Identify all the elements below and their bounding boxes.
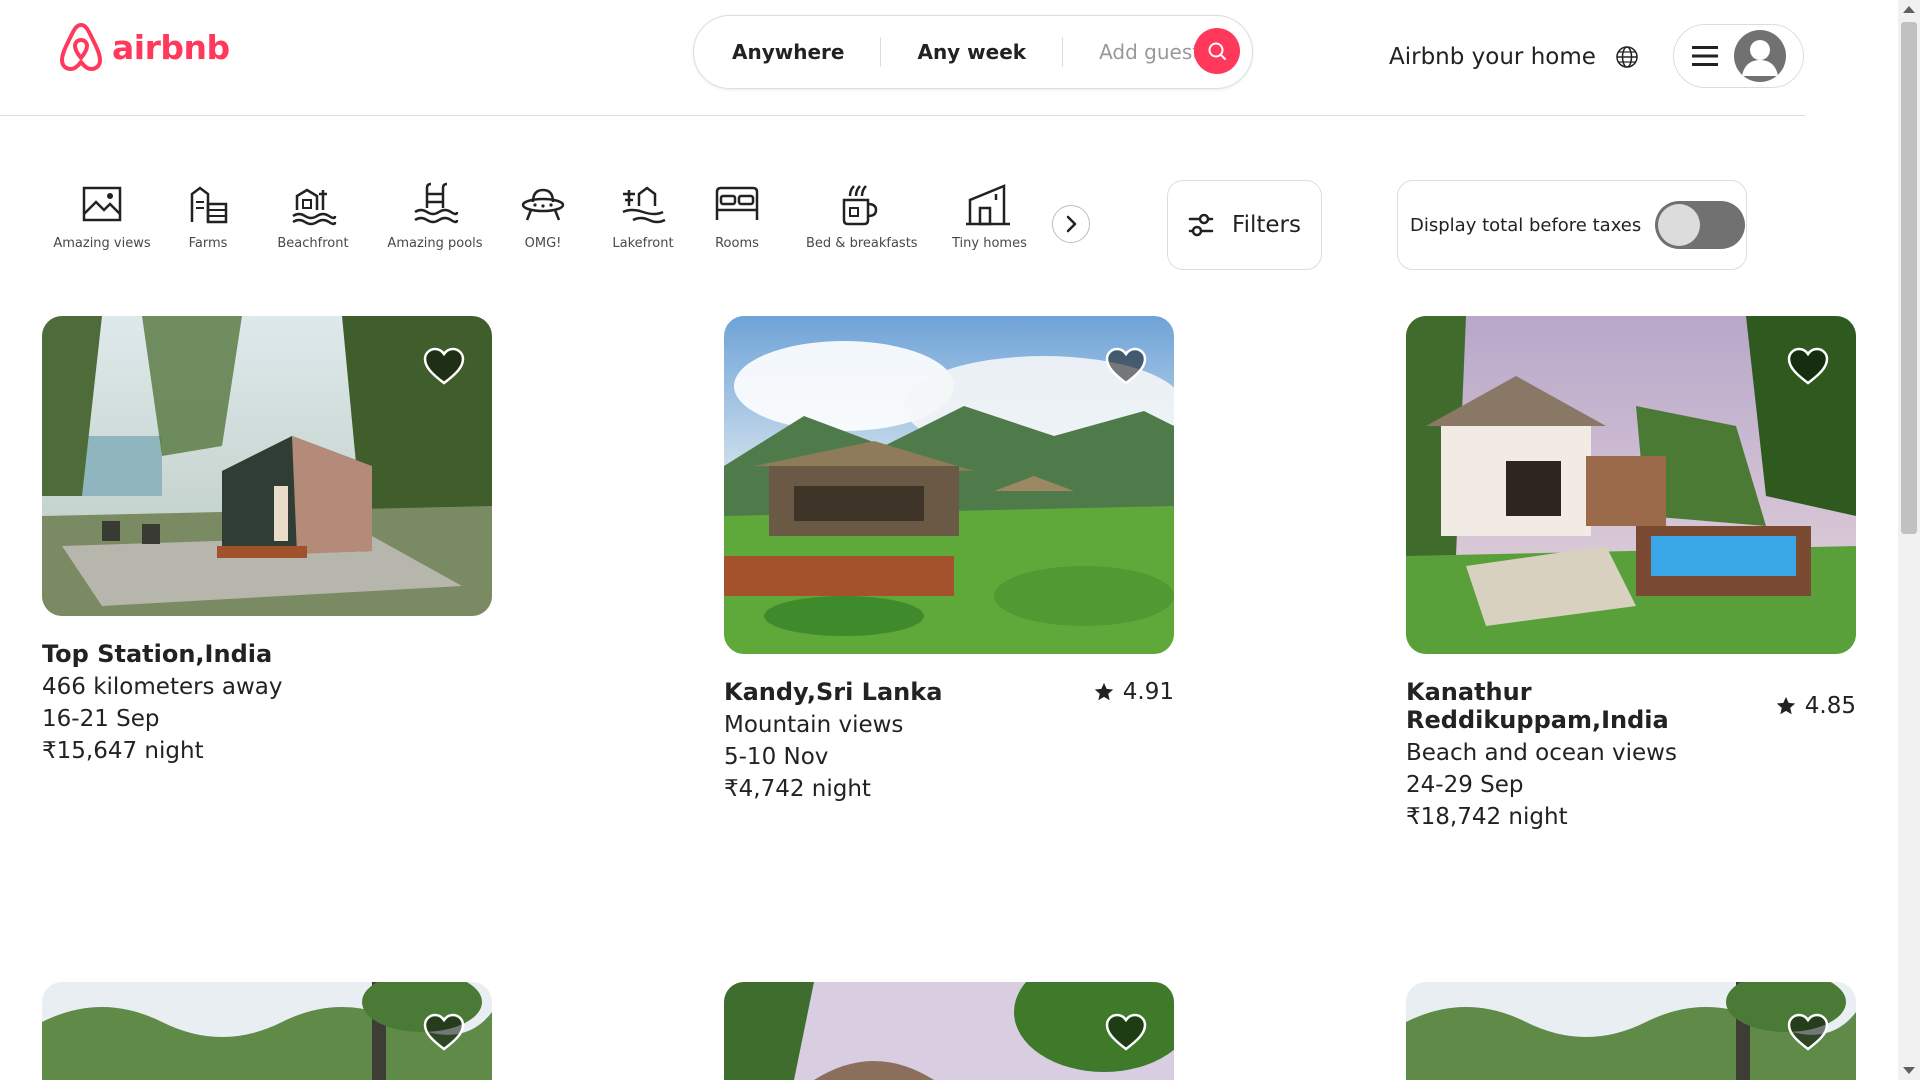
listing-rating: 4.91 xyxy=(1093,679,1174,705)
filters-button[interactable]: Filters xyxy=(1167,180,1322,270)
listing-title: Kandy,Sri Lanka xyxy=(724,678,943,706)
listing-dates: 24-29 Sep xyxy=(1406,772,1524,798)
favorite-heart-icon[interactable] xyxy=(422,346,466,386)
listing-price: ₹4,742 night xyxy=(724,776,871,802)
listing-title: Top Station,India xyxy=(42,640,273,668)
star-icon xyxy=(1094,682,1113,701)
category-amazing-views[interactable]: Amazing views xyxy=(52,180,152,251)
taxes-toggle[interactable] xyxy=(1655,201,1746,249)
toggle-knob xyxy=(1658,204,1701,246)
category-farms[interactable]: Farms xyxy=(182,180,234,251)
vertical-scrollbar[interactable] xyxy=(1898,0,1920,1080)
category-amazing-pools[interactable]: Amazing pools xyxy=(387,180,483,251)
category-beachfront[interactable]: Beachfront xyxy=(277,180,349,251)
ufo-icon xyxy=(521,188,565,221)
category-rooms[interactable]: Rooms xyxy=(713,180,761,251)
listing-card[interactable]: Top Station,India 466 kilometers away 16… xyxy=(42,316,492,764)
scrollbar-thumb[interactable] xyxy=(1901,22,1917,534)
search-button[interactable] xyxy=(1194,28,1240,74)
listing-photo[interactable] xyxy=(1406,316,1856,654)
globe-icon[interactable] xyxy=(1615,45,1639,69)
host-your-home-link[interactable]: Airbnb your home xyxy=(1389,44,1596,70)
category-label: Farms xyxy=(188,236,228,251)
listing-subtitle: Mountain views xyxy=(724,712,904,738)
rating-value: 4.91 xyxy=(1122,679,1174,705)
category-label: OMG! xyxy=(524,236,562,251)
category-label: Amazing views xyxy=(53,236,151,251)
listing-photo[interactable] xyxy=(42,982,492,1080)
listing-price: ₹18,742 night xyxy=(1406,804,1568,830)
listing-dates: 16-21 Sep xyxy=(42,706,160,732)
farm-icon xyxy=(190,186,228,224)
bed-icon xyxy=(715,186,759,220)
listing-photo[interactable] xyxy=(724,316,1174,654)
top-header: airbnb Anywhere Any week Add guests Airb… xyxy=(0,0,1805,116)
star-icon xyxy=(1776,696,1795,715)
favorite-heart-icon[interactable] xyxy=(1786,346,1830,386)
category-label: Amazing pools xyxy=(387,236,483,251)
category-label: Lakefront xyxy=(612,236,674,251)
listing-header: Top Station,India xyxy=(42,640,492,668)
listing-photo[interactable] xyxy=(42,316,492,616)
taxes-label: Display total before taxes xyxy=(1410,214,1642,236)
listing-card[interactable] xyxy=(724,982,1174,1080)
category-label: Rooms xyxy=(715,236,759,251)
search-icon xyxy=(1208,42,1226,60)
chevron-right-icon xyxy=(1066,215,1077,233)
pool-icon xyxy=(414,182,459,224)
favorite-heart-icon[interactable] xyxy=(1104,1012,1148,1052)
user-icon xyxy=(1742,40,1778,76)
user-menu-button[interactable] xyxy=(1673,24,1804,88)
user-avatar xyxy=(1734,30,1786,82)
display-total-before-taxes: Display total before taxes xyxy=(1397,180,1747,270)
lakefront-icon xyxy=(622,186,666,224)
airbnb-logo[interactable]: airbnb xyxy=(58,22,230,72)
hamburger-menu-icon xyxy=(1692,46,1718,66)
listing-title: Kanathur Reddikuppam,India xyxy=(1406,678,1669,734)
category-omg[interactable]: OMG! xyxy=(519,180,567,251)
beachfront-icon xyxy=(292,188,337,226)
category-label: Bed & breakfasts xyxy=(806,236,918,251)
categories-next-button[interactable] xyxy=(1052,205,1090,243)
search-where[interactable]: Anywhere xyxy=(732,40,844,64)
category-label: Tiny homes xyxy=(952,236,1027,251)
listing-price: ₹15,647 night xyxy=(42,738,204,764)
listing-header: Kandy,Sri Lanka 4.91 xyxy=(724,678,1174,706)
brand-name: airbnb xyxy=(112,27,230,67)
listing-card[interactable] xyxy=(1406,982,1856,1080)
listing-photo[interactable] xyxy=(1406,982,1856,1080)
category-tiny-homes[interactable]: Tiny homes xyxy=(952,180,1027,251)
coffee-cup-icon xyxy=(842,185,878,226)
listing-subtitle: 466 kilometers away xyxy=(42,674,283,700)
category-bed-and-breakfasts[interactable]: Bed & breakfasts xyxy=(806,180,918,251)
search-divider xyxy=(1062,37,1064,67)
listing-dates: 5-10 Nov xyxy=(724,744,829,770)
category-label: Beachfront xyxy=(277,236,349,251)
mountain-view-icon xyxy=(82,186,122,222)
favorite-heart-icon[interactable] xyxy=(1786,1012,1830,1052)
listing-subtitle: Beach and ocean views xyxy=(1406,740,1677,766)
listing-header: Kanathur Reddikuppam,India 4.85 xyxy=(1406,678,1856,734)
listing-rating: 4.85 xyxy=(1775,693,1856,719)
search-divider xyxy=(880,37,882,67)
search-bar[interactable]: Anywhere Any week Add guests xyxy=(693,15,1253,89)
listing-card[interactable]: Kanathur Reddikuppam,India 4.85 Beach an… xyxy=(1406,316,1856,830)
filters-label: Filters xyxy=(1232,212,1301,238)
category-lakefront[interactable]: Lakefront xyxy=(610,180,676,251)
tiny-home-icon xyxy=(966,184,1010,226)
listing-card[interactable]: Kandy,Sri Lanka 4.91 Mountain views 5-10… xyxy=(724,316,1174,802)
listing-photo[interactable] xyxy=(724,982,1174,1080)
airbnb-logo-icon xyxy=(60,23,102,71)
filter-sliders-icon xyxy=(1188,213,1214,237)
favorite-heart-icon[interactable] xyxy=(422,1012,466,1052)
search-when[interactable]: Any week xyxy=(917,40,1026,64)
scroll-up-arrow-icon[interactable] xyxy=(1903,6,1915,13)
listing-card[interactable] xyxy=(42,982,492,1080)
rating-value: 4.85 xyxy=(1804,693,1856,719)
scroll-down-arrow-icon[interactable] xyxy=(1903,1067,1915,1074)
favorite-heart-icon[interactable] xyxy=(1104,346,1148,386)
